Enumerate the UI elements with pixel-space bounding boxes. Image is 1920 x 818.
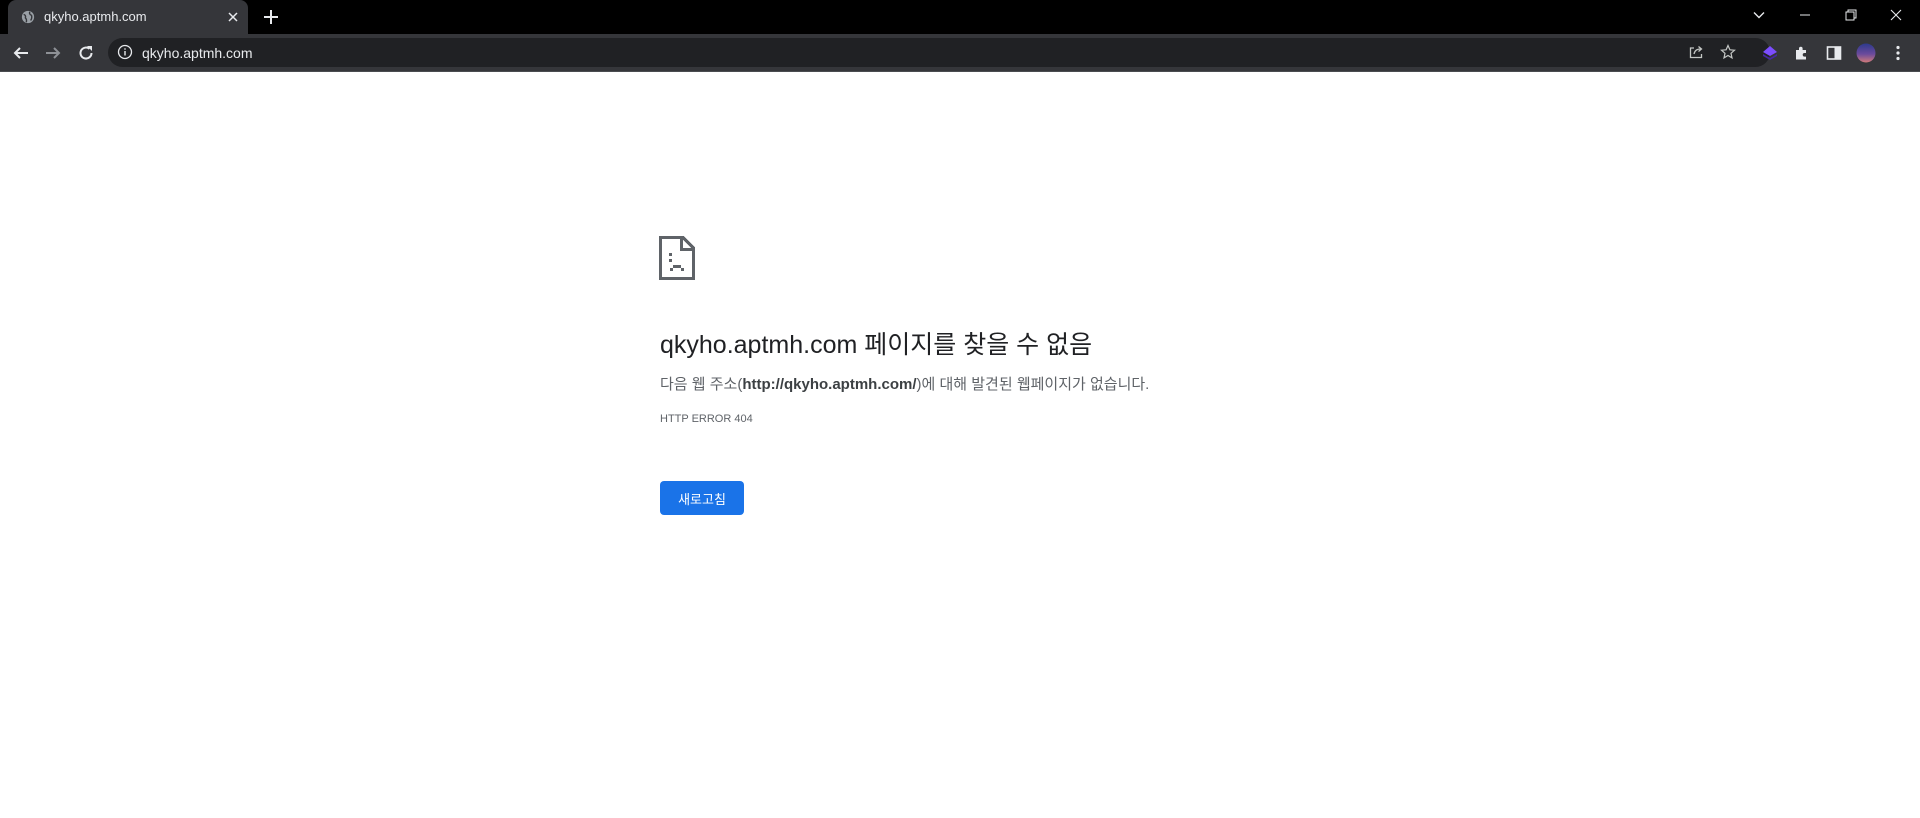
back-arrow-icon: [13, 47, 28, 59]
minimize-icon: [1800, 14, 1810, 16]
browser-toolbar: qkyho.aptmh.com: [0, 34, 1920, 71]
side-panel-button[interactable]: [1824, 43, 1844, 63]
close-icon: [1890, 9, 1902, 21]
extension-diamond-icon: [1763, 46, 1777, 60]
tab-search-button[interactable]: [1741, 0, 1777, 30]
extensions-menu-button[interactable]: [1792, 43, 1812, 63]
reload-page-button[interactable]: 새로고침: [660, 481, 744, 515]
close-window-button[interactable]: [1878, 0, 1914, 30]
sad-document-icon: [659, 236, 695, 280]
forward-button[interactable]: [41, 41, 65, 65]
profile-avatar: [1856, 43, 1876, 63]
kebab-menu-icon: [1896, 45, 1900, 61]
error-title: qkyho.aptmh.com 페이지를 찾을 수 없음: [660, 331, 1093, 359]
back-button[interactable]: [9, 41, 33, 65]
restore-icon: [1845, 9, 1857, 21]
reload-icon: [79, 46, 93, 60]
error-description: 다음 웹 주소(http://qkyho.aptmh.com/)에 대해 발견된…: [660, 373, 1149, 394]
extension-button[interactable]: [1760, 43, 1780, 63]
puzzle-icon: [1796, 46, 1806, 60]
url-text[interactable]: qkyho.aptmh.com: [142, 45, 253, 61]
side-panel-icon: [1826, 46, 1842, 60]
error-description-prefix: 다음 웹 주소(: [660, 376, 743, 393]
share-icon[interactable]: [1688, 44, 1704, 60]
toolbar-divider: [0, 71, 1920, 72]
tab-strip: qkyho.aptmh.com: [0, 0, 1920, 34]
menu-button[interactable]: [1888, 43, 1908, 63]
address-bar[interactable]: qkyho.aptmh.com: [108, 38, 1770, 67]
info-icon[interactable]: [117, 44, 133, 60]
restore-button[interactable]: [1833, 0, 1869, 30]
tab-title: qkyho.aptmh.com: [44, 9, 147, 24]
error-code: HTTP ERROR 404: [660, 413, 753, 425]
browser-tab[interactable]: qkyho.aptmh.com: [8, 0, 248, 34]
error-description-suffix: )에 대해 발견된 웹페이지가 없습니다.: [916, 376, 1150, 393]
profile-button[interactable]: [1856, 43, 1876, 63]
chevron-down-icon: [1753, 12, 1765, 19]
error-url: http://qkyho.aptmh.com/: [742, 376, 917, 393]
minimize-button[interactable]: [1787, 0, 1823, 30]
globe-icon: [21, 10, 35, 24]
tab-close-icon[interactable]: [225, 9, 241, 25]
star-icon[interactable]: [1720, 44, 1736, 60]
reload-button[interactable]: [74, 41, 98, 65]
forward-arrow-icon: [46, 47, 61, 59]
plus-icon[interactable]: [261, 7, 281, 27]
